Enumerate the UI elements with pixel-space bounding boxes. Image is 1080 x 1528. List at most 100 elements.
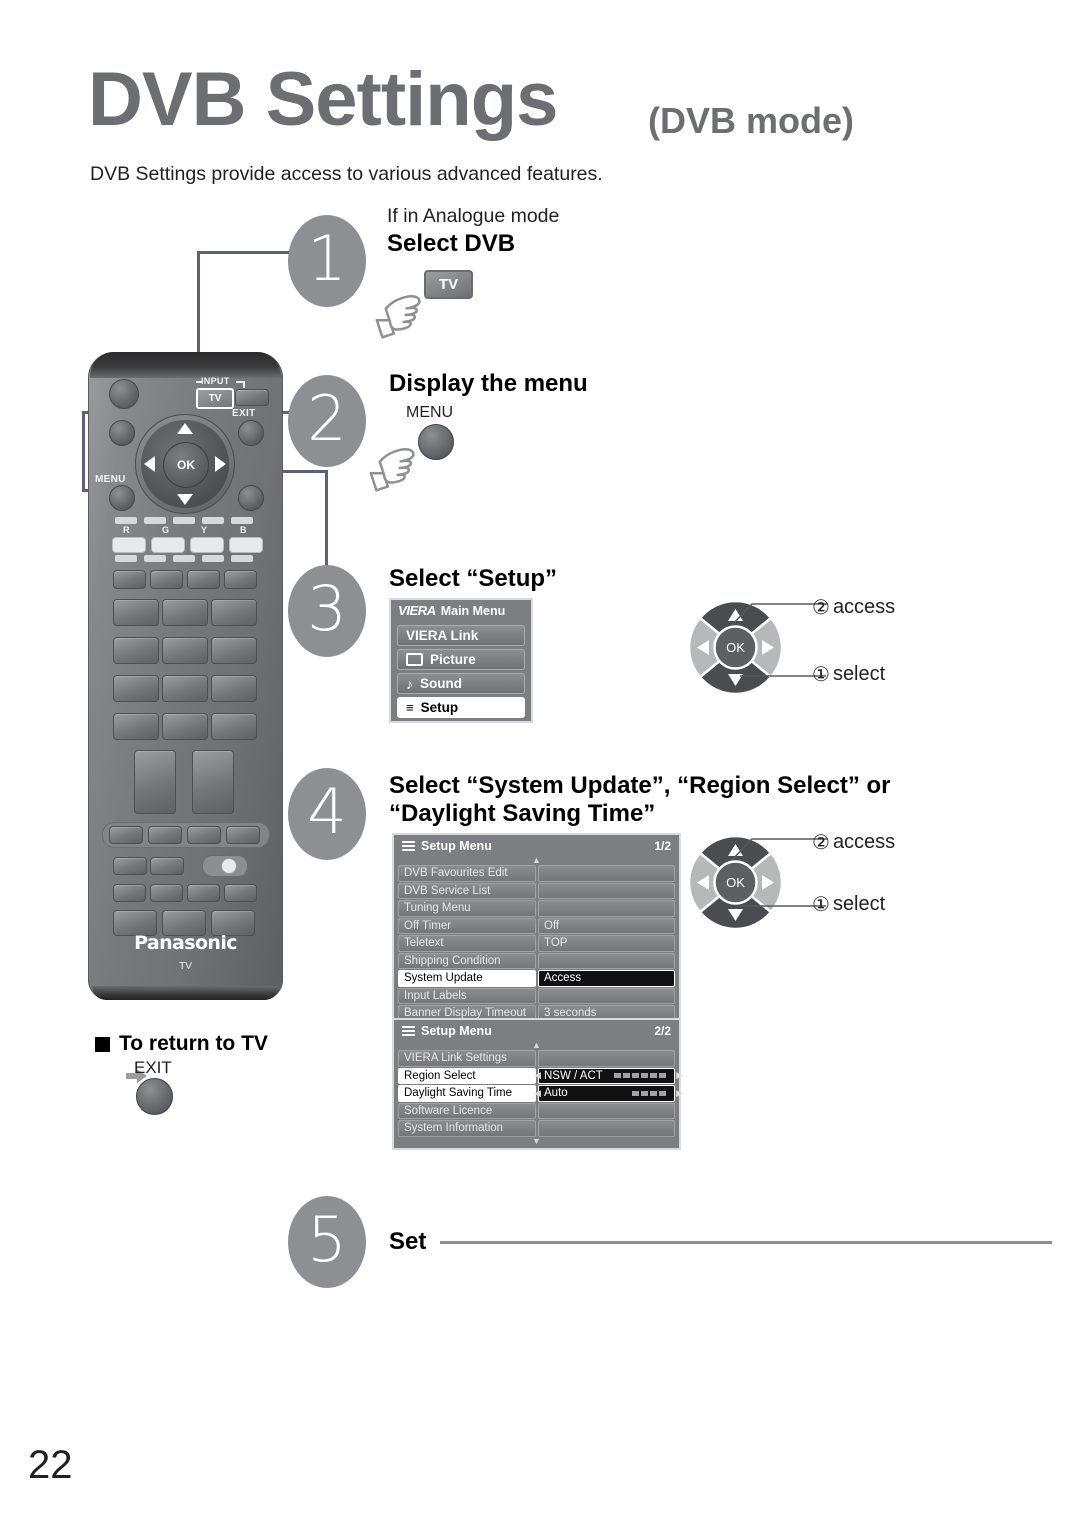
big-key-left[interactable] xyxy=(134,750,176,814)
numeric-key-11[interactable] xyxy=(211,713,257,740)
color-key-y[interactable] xyxy=(190,537,224,553)
setup-menu-row-value[interactable]: Off xyxy=(538,917,675,934)
dash-seg-5 xyxy=(231,517,253,524)
dpad-left-icon[interactable] xyxy=(144,456,155,472)
aux-button-right[interactable] xyxy=(238,485,264,511)
key-row1-4[interactable] xyxy=(224,570,257,589)
setup-menu-row-value[interactable] xyxy=(538,865,675,882)
setup-menu-row[interactable]: Shipping Condition xyxy=(398,952,675,969)
main-menu-item-viera-link[interactable]: VIERA Link xyxy=(397,625,525,646)
key-row3-2[interactable] xyxy=(150,857,184,875)
dpad-right-icon[interactable] xyxy=(215,456,226,472)
tv-button[interactable]: TV xyxy=(196,388,234,409)
setup-menu-row[interactable]: DVB Favourites Edit xyxy=(398,865,675,882)
navpad-ok-text-2: OK xyxy=(726,875,745,890)
step-4-badge: 4 xyxy=(288,768,366,860)
scroll-up-indicator-1[interactable]: ▲ xyxy=(394,856,679,865)
color-key-r[interactable] xyxy=(112,537,146,553)
main-menu-item-sound[interactable]: ♪ Sound xyxy=(397,673,525,694)
numeric-key-2[interactable] xyxy=(162,599,208,626)
color-key-b[interactable] xyxy=(229,537,263,553)
big-key-right[interactable] xyxy=(192,750,234,814)
scroll-up-indicator-2[interactable]: ▲ xyxy=(394,1041,679,1050)
setup-menu-row-value[interactable] xyxy=(538,1050,675,1067)
setup-menu-row[interactable]: Region Select ◀ NSW / ACT ▶ xyxy=(398,1067,683,1084)
menu-button[interactable] xyxy=(109,485,135,511)
input-button[interactable] xyxy=(235,389,269,406)
step1-tv-button[interactable]: TV xyxy=(424,270,473,299)
key-row4-2[interactable] xyxy=(150,884,183,902)
setup-menu-row-value[interactable]: Access xyxy=(538,970,675,987)
exit-button[interactable] xyxy=(238,420,264,446)
setup-menu-row-label: DVB Favourites Edit xyxy=(398,865,536,882)
numeric-key-3[interactable] xyxy=(211,599,257,626)
numeric-key-0[interactable] xyxy=(162,713,208,740)
strip-key-3[interactable] xyxy=(187,826,221,844)
key-row4-1[interactable] xyxy=(113,884,146,902)
key-row3-1[interactable] xyxy=(113,857,147,875)
step-2-heading: Display the menu xyxy=(389,370,588,397)
color-key-g[interactable] xyxy=(151,537,185,553)
key-row4-4[interactable] xyxy=(224,884,257,902)
scroll-down-indicator-2[interactable]: ▼ xyxy=(394,1136,679,1148)
setup-menu-row-value[interactable] xyxy=(538,900,675,917)
dpad-ok-button[interactable]: OK xyxy=(163,442,209,488)
main-menu-item-picture[interactable]: Picture xyxy=(397,649,525,670)
page-title: DVB Settings xyxy=(88,57,558,142)
strip-key-2[interactable] xyxy=(148,826,182,844)
callout-select-2: ① select xyxy=(812,892,885,917)
step-1-badge: 1 xyxy=(288,215,366,307)
setup-menu-row-value[interactable]: TOP xyxy=(538,935,675,952)
value-left-arrow-icon[interactable]: ◀ xyxy=(534,1088,541,1099)
main-menu-item-label: Picture xyxy=(430,652,476,667)
value-left-arrow-icon[interactable]: ◀ xyxy=(534,1070,541,1081)
setup-menu-row[interactable]: Daylight Saving Time ◀ Auto ▶ xyxy=(398,1085,683,1102)
setup-menu-row[interactable]: VIERA Link Settings xyxy=(398,1050,675,1067)
setup-menu-row[interactable]: DVB Service List xyxy=(398,882,675,899)
key-row1-3[interactable] xyxy=(187,570,220,589)
remote-dpad[interactable]: OK xyxy=(135,414,235,514)
setup-menu-row-value[interactable] xyxy=(538,987,675,1004)
setup-menu-row-value[interactable] xyxy=(538,1120,675,1137)
numeric-key-5[interactable] xyxy=(162,637,208,664)
setup-menu-row-value-text: Auto xyxy=(544,1087,568,1100)
numeric-key-4[interactable] xyxy=(113,637,159,664)
numeric-key-6[interactable] xyxy=(211,637,257,664)
key-row1-1[interactable] xyxy=(113,570,146,589)
aux-button-left[interactable] xyxy=(109,420,135,446)
setup-menu-row[interactable]: Tuning Menu xyxy=(398,900,675,917)
value-right-arrow-icon[interactable]: ▶ xyxy=(676,1070,683,1081)
step-2-badge: 2 xyxy=(288,375,366,467)
numeric-key-7[interactable] xyxy=(113,675,159,702)
numeric-key-10[interactable] xyxy=(113,713,159,740)
setup-menu-row[interactable]: Teletext TOP xyxy=(398,935,675,952)
numeric-key-8[interactable] xyxy=(162,675,208,702)
setup-menu-row[interactable]: System Information xyxy=(398,1120,675,1137)
setup-menu-row-value[interactable]: ◀ NSW / ACT ▶ xyxy=(534,1067,683,1084)
numeric-key-9[interactable] xyxy=(211,675,257,702)
setup-menu-row[interactable]: System Update Access xyxy=(398,970,675,987)
setup-menu-row[interactable]: Off Timer Off xyxy=(398,917,675,934)
power-button[interactable] xyxy=(109,379,139,409)
value-right-arrow-icon[interactable]: ▶ xyxy=(676,1088,683,1099)
dash-seg-8 xyxy=(173,555,195,562)
step-3-heading: Select “Setup” xyxy=(389,565,558,592)
strip-key-1[interactable] xyxy=(109,826,143,844)
dash-seg-6 xyxy=(115,555,137,562)
main-menu-item-setup[interactable]: ≡ Setup xyxy=(397,697,525,718)
dpad-down-icon[interactable] xyxy=(177,494,193,505)
setup-menu-row-value[interactable] xyxy=(538,882,675,899)
setup-menu-1-rows: DVB Favourites Edit DVB Service List Tunin… xyxy=(394,865,679,1022)
strip-key-4[interactable] xyxy=(226,826,260,844)
exit-button-graphic[interactable] xyxy=(136,1078,173,1115)
setup-menu-row-value[interactable] xyxy=(538,1102,675,1119)
key-row1-2[interactable] xyxy=(150,570,183,589)
setup-menu-row[interactable]: Software Licence xyxy=(398,1102,675,1119)
numeric-key-1[interactable] xyxy=(113,599,159,626)
dpad-up-icon[interactable] xyxy=(177,423,193,434)
toggle-knob[interactable] xyxy=(221,858,237,874)
setup-menu-row-value[interactable] xyxy=(538,952,675,969)
key-row4-3[interactable] xyxy=(187,884,220,902)
setup-menu-row[interactable]: Input Labels xyxy=(398,987,675,1004)
setup-menu-row-value[interactable]: ◀ Auto ▶ xyxy=(534,1085,683,1102)
